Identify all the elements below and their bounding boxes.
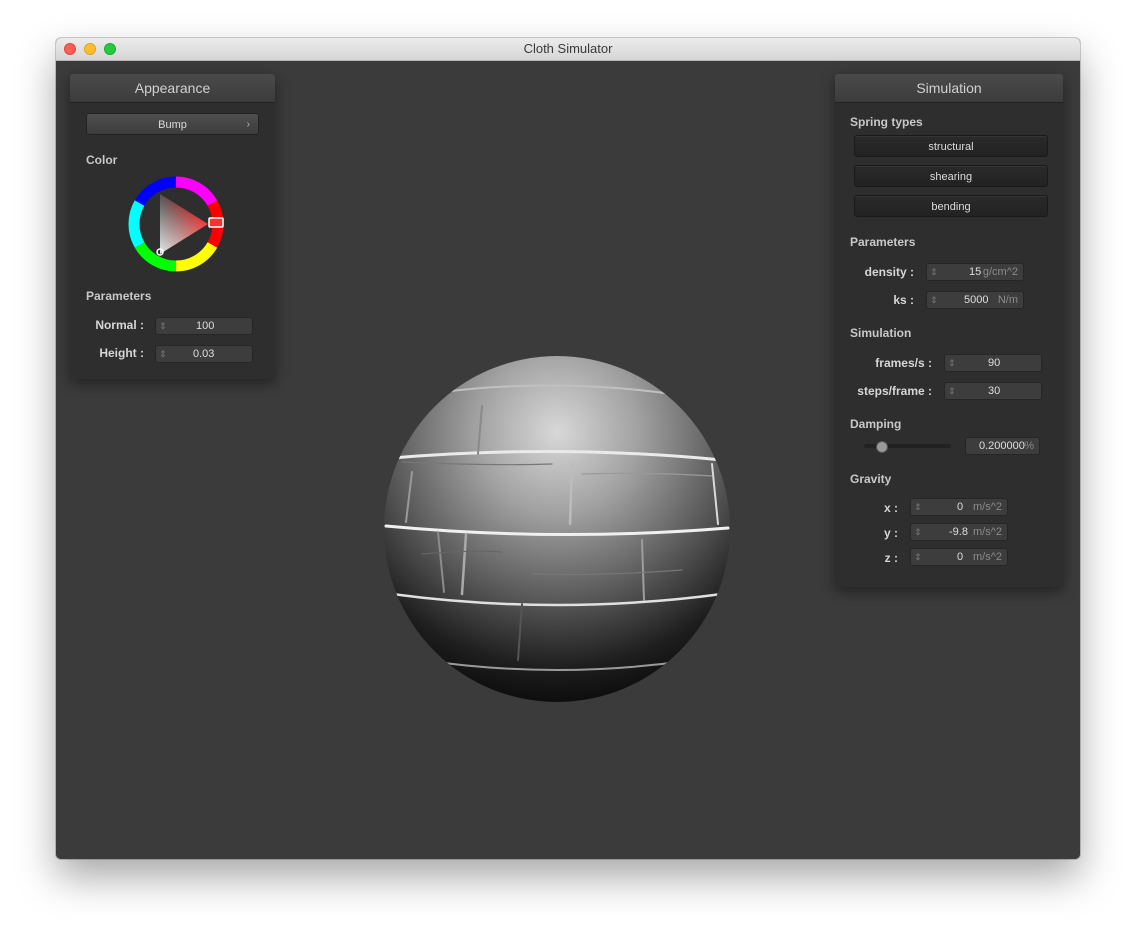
ks-unit: N/m bbox=[997, 294, 1018, 306]
damping-slider-knob[interactable] bbox=[876, 441, 889, 453]
fps-input[interactable]: ⇕ 90 bbox=[944, 354, 1042, 372]
simulation-panel-header: Simulation bbox=[835, 74, 1063, 103]
spinner-arrows-icon[interactable]: ⇕ bbox=[914, 549, 922, 565]
ks-label: ks : bbox=[893, 293, 914, 307]
height-value: 0.03 bbox=[193, 348, 215, 360]
gravity-x-unit: m/s^2 bbox=[973, 501, 1002, 513]
gravity-x-label: x : bbox=[883, 501, 898, 515]
bump-mapped-sphere bbox=[384, 356, 730, 702]
spinner-arrows-icon[interactable]: ⇕ bbox=[930, 264, 938, 280]
spinner-arrows-icon[interactable]: ⇕ bbox=[159, 346, 167, 362]
chevron-right-icon: › bbox=[246, 119, 250, 130]
density-label: density : bbox=[864, 265, 914, 279]
damping-unit: % bbox=[1024, 440, 1034, 452]
gravity-x-value: 0 bbox=[957, 501, 964, 513]
spinner-arrows-icon[interactable]: ⇕ bbox=[914, 499, 922, 515]
gravity-y-input[interactable]: ⇕ -9.8 m/s^2 bbox=[910, 523, 1008, 541]
spinner-arrows-icon[interactable]: ⇕ bbox=[948, 355, 956, 371]
color-wheel[interactable] bbox=[128, 176, 224, 272]
gravity-y-value: -9.8 bbox=[949, 526, 968, 538]
spring-types-label: Spring types bbox=[850, 115, 923, 129]
height-label: Height : bbox=[99, 346, 144, 360]
steps-value: 30 bbox=[988, 385, 1001, 397]
fps-value: 90 bbox=[988, 357, 1001, 369]
shearing-toggle-button[interactable]: shearing bbox=[854, 165, 1048, 187]
spinner-arrows-icon[interactable]: ⇕ bbox=[914, 524, 922, 540]
density-input[interactable]: ⇕ 15 g/cm^2 bbox=[926, 263, 1024, 281]
gravity-z-input[interactable]: ⇕ 0 m/s^2 bbox=[910, 548, 1008, 566]
damping-label: Damping bbox=[850, 417, 902, 431]
simulation-panel: Simulation Spring types structural shear… bbox=[835, 74, 1063, 587]
simulation-section-label: Simulation bbox=[850, 326, 912, 340]
gravity-x-input[interactable]: ⇕ 0 m/s^2 bbox=[910, 498, 1008, 516]
damping-input[interactable]: 0.200000 % bbox=[965, 437, 1040, 455]
gravity-z-label: z : bbox=[884, 551, 898, 565]
gravity-label: Gravity bbox=[850, 472, 892, 486]
appearance-panel-header: Appearance bbox=[70, 74, 275, 103]
height-input[interactable]: ⇕ 0.03 bbox=[155, 345, 253, 363]
fps-label: frames/s : bbox=[875, 356, 932, 370]
shader-select-value: Bump bbox=[158, 119, 187, 131]
color-label: Color bbox=[86, 153, 118, 167]
render-viewport[interactable]: Appearance Bump › Color Parameters Norma… bbox=[56, 61, 1080, 859]
steps-input[interactable]: ⇕ 30 bbox=[944, 382, 1042, 400]
shader-select[interactable]: Bump › bbox=[86, 113, 259, 135]
structural-toggle-button[interactable]: structural bbox=[854, 135, 1048, 157]
window-title: Cloth Simulator bbox=[523, 41, 613, 56]
density-value: 15 bbox=[969, 266, 982, 278]
spinner-arrows-icon[interactable]: ⇕ bbox=[930, 292, 938, 308]
gravity-z-value: 0 bbox=[957, 551, 964, 563]
appearance-parameters-label: Parameters bbox=[86, 289, 152, 303]
steps-label: steps/frame : bbox=[857, 384, 932, 398]
density-unit: g/cm^2 bbox=[982, 266, 1018, 278]
gravity-y-unit: m/s^2 bbox=[973, 526, 1002, 538]
damping-value: 0.200000 bbox=[979, 440, 1025, 452]
gravity-z-unit: m/s^2 bbox=[973, 551, 1002, 563]
spinner-arrows-icon[interactable]: ⇕ bbox=[159, 318, 167, 334]
bending-toggle-button[interactable]: bending bbox=[854, 195, 1048, 217]
ks-input[interactable]: ⇕ 5000 N/m bbox=[926, 291, 1024, 309]
normal-value: 100 bbox=[196, 320, 215, 332]
simulation-parameters-label: Parameters bbox=[850, 235, 916, 249]
app-window: Cloth Simulator Appearance Bump › Color … bbox=[56, 38, 1080, 859]
normal-input[interactable]: ⇕ 100 bbox=[155, 317, 253, 335]
normal-label: Normal : bbox=[95, 318, 144, 332]
appearance-panel: Appearance Bump › Color Parameters Norma… bbox=[70, 74, 275, 379]
spinner-arrows-icon[interactable]: ⇕ bbox=[948, 383, 956, 399]
title-bar: Cloth Simulator bbox=[56, 38, 1080, 61]
ks-value: 5000 bbox=[964, 294, 989, 306]
gravity-y-label: y : bbox=[883, 526, 898, 540]
